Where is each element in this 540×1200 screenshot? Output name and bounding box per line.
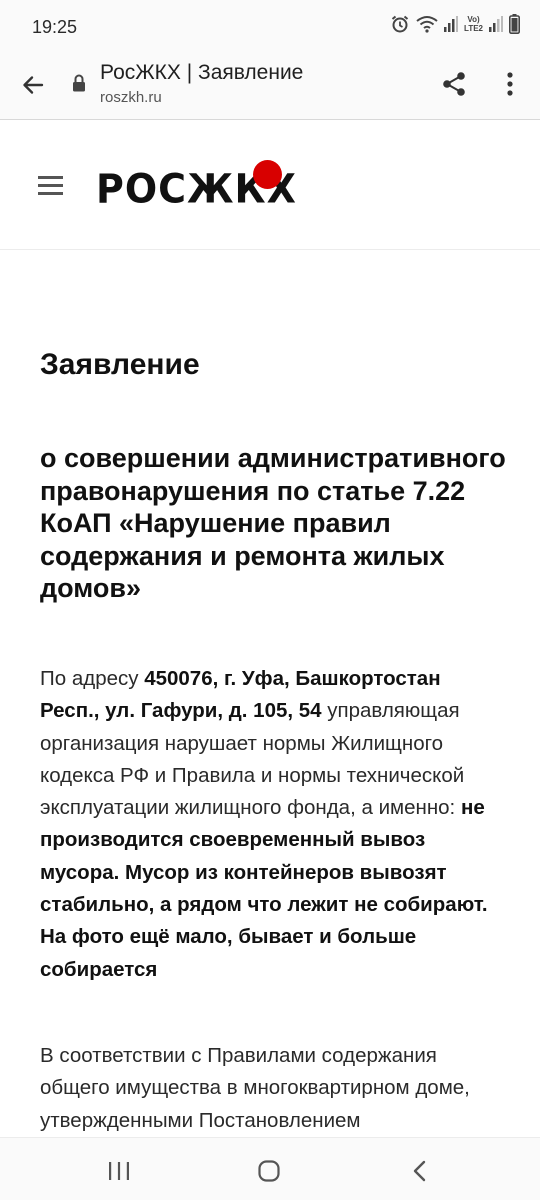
page-domain[interactable]: roszkh.ru: [100, 89, 162, 106]
alarm-icon: [390, 14, 410, 34]
back-button[interactable]: [14, 66, 52, 104]
status-time: 19:25: [32, 17, 78, 37]
violation-description: не производится своевременный вывоз мусо…: [40, 796, 488, 981]
wifi-icon: [416, 15, 438, 33]
system-navigation-bar: [0, 1137, 540, 1200]
status-icons: Vo) LTE2: [390, 14, 520, 34]
more-vert-icon: [507, 72, 513, 96]
address-lead: По адресу: [40, 667, 145, 690]
hamburger-menu-icon[interactable]: [38, 176, 64, 196]
more-options-button[interactable]: [494, 66, 526, 102]
chevron-left-icon: [413, 1160, 426, 1182]
home-button[interactable]: [254, 1156, 284, 1186]
signal-icon-2: [489, 16, 503, 32]
arrow-left-icon: [23, 76, 44, 94]
share-button[interactable]: [436, 66, 472, 102]
signal-icon: [444, 16, 459, 32]
volte-label: Vo): [467, 15, 480, 24]
lte2-label: LTE2: [464, 24, 483, 33]
document-title: Заявление: [40, 348, 200, 381]
lte-indicator: Vo) LTE2: [464, 15, 483, 33]
status-bar: 19:25 Vo) LTE2: [0, 0, 540, 54]
rules-paragraph: В соответствии с Правилами содержания об…: [40, 1044, 470, 1132]
home-icon: [258, 1160, 280, 1182]
share-icon: [443, 72, 465, 96]
lock-icon[interactable]: [72, 74, 86, 97]
battery-icon: [509, 14, 520, 34]
browser-toolbar: РосЖКХ | Заявление roszkh.ru: [0, 54, 540, 120]
logo-red-dot: [253, 160, 282, 189]
complaint-paragraph: По адресу 450076, г. Уфа, Башкортостан Р…: [40, 663, 505, 986]
page-title[interactable]: РосЖКХ | Заявление: [100, 61, 303, 85]
system-back-button[interactable]: [405, 1156, 435, 1186]
document-subtitle: о совершении административного правонару…: [40, 443, 506, 603]
site-header: РОСЖКХ: [0, 121, 540, 250]
recent-apps-button[interactable]: [104, 1156, 134, 1186]
recent-apps-icon: [109, 1162, 129, 1180]
